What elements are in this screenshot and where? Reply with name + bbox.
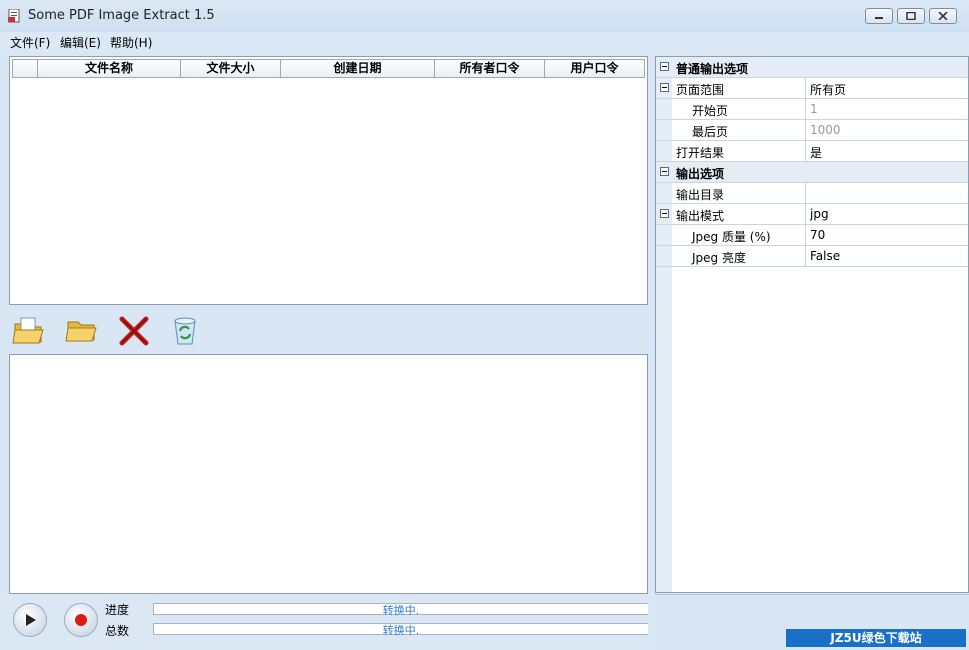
title-bar: Some PDF Image Extract 1.5 — [0, 0, 969, 32]
close-button[interactable] — [929, 8, 957, 24]
status-area: 进度 总数 转换中. 转换中. — [0, 596, 654, 650]
recycle-bin-icon — [174, 317, 196, 345]
collapse-toggle-icon[interactable] — [660, 167, 669, 176]
property-name: 打开结果 — [676, 146, 725, 160]
progress-bar: 转换中. — [153, 603, 648, 617]
property-divider — [805, 120, 806, 141]
property-row[interactable]: Jpeg 质量 (%) 70 — [656, 225, 968, 246]
column-header-file-size[interactable]: 文件大小 — [180, 59, 281, 78]
menu-bar: 文件(F) 编辑(E) 帮助(H) — [0, 32, 969, 52]
property-name: 开始页 — [692, 104, 729, 118]
collapse-toggle-icon[interactable] — [660, 83, 669, 92]
minimize-button[interactable] — [865, 8, 893, 24]
property-value[interactable]: 70 — [810, 228, 825, 242]
menu-edit[interactable]: 编辑(E) — [60, 34, 101, 51]
total-text: 转换中. — [382, 624, 420, 637]
column-header-created-date[interactable]: 创建日期 — [280, 59, 435, 78]
column-header-owner-password[interactable]: 所有者口令 — [434, 59, 545, 78]
property-value[interactable]: 1 — [810, 102, 818, 116]
property-name: 输出选项 — [676, 167, 725, 181]
property-row[interactable]: 开始页 1 — [656, 99, 968, 120]
collapse-toggle-icon[interactable] — [660, 62, 669, 71]
property-name: 最后页 — [692, 125, 729, 139]
property-divider — [805, 204, 806, 225]
recycle-bin-button[interactable] — [167, 312, 203, 348]
property-divider — [805, 141, 806, 162]
open-file-icon — [12, 317, 44, 344]
property-name: 页面范围 — [676, 83, 725, 97]
watermark-logo: JZ5U绿色下载站www.jz5u.com — [786, 629, 966, 650]
property-value[interactable]: False — [810, 249, 840, 263]
property-category[interactable]: 普通输出选项 — [656, 57, 968, 78]
property-divider — [805, 78, 806, 99]
column-header-user-password[interactable]: 用户口令 — [544, 59, 645, 78]
app-icon — [8, 9, 20, 23]
menu-help[interactable]: 帮助(H) — [110, 34, 152, 51]
property-value[interactable]: 所有页 — [810, 81, 846, 98]
column-header-select[interactable] — [12, 59, 38, 78]
toolbar — [9, 308, 648, 352]
property-row[interactable]: 输出模式 jpg — [656, 204, 968, 225]
property-value[interactable]: jpg — [810, 207, 829, 221]
property-name: Jpeg 亮度 — [692, 251, 746, 265]
property-row[interactable]: 页面范围 所有页 — [656, 78, 968, 99]
progress-label: 进度 — [105, 603, 130, 617]
delete-icon — [119, 316, 149, 346]
property-divider — [805, 225, 806, 246]
property-value[interactable]: 1000 — [810, 123, 841, 137]
property-row[interactable]: 打开结果 是 — [656, 141, 968, 162]
stop-button[interactable] — [64, 603, 98, 637]
column-header-file-name[interactable]: 文件名称 — [37, 59, 181, 78]
property-divider — [805, 99, 806, 120]
window-title: Some PDF Image Extract 1.5 — [28, 8, 215, 23]
property-row[interactable]: Jpeg 亮度 False — [656, 246, 968, 267]
property-name: 输出目录 — [676, 188, 725, 202]
property-grid: 普通输出选项 页面范围 所有页开始页 1 最后页 1000 打开结果 是输出选项输出目录输出模… — [655, 56, 969, 593]
total-bar: 转换中. — [153, 623, 648, 637]
open-folder-button[interactable] — [64, 312, 100, 348]
property-divider — [805, 246, 806, 267]
minimize-icon — [875, 17, 883, 19]
maximize-icon — [906, 12, 916, 20]
total-label: 总数 — [105, 624, 130, 638]
delete-button[interactable] — [116, 312, 152, 348]
property-row[interactable]: 输出目录 — [656, 183, 968, 204]
progress-text: 转换中. — [382, 604, 420, 617]
property-value[interactable]: 是 — [810, 144, 822, 161]
property-name: 输出模式 — [676, 209, 725, 223]
play-button[interactable] — [13, 603, 47, 637]
menu-file[interactable]: 文件(F) — [10, 34, 50, 51]
collapse-toggle-icon[interactable] — [660, 209, 669, 218]
open-file-button[interactable] — [11, 312, 47, 348]
property-name: 普通输出选项 — [676, 62, 749, 76]
play-icon — [26, 614, 36, 626]
file-list[interactable]: 文件名称 文件大小 创建日期 所有者口令 用户口令 — [9, 56, 648, 305]
property-divider — [805, 183, 806, 204]
log-area[interactable] — [9, 354, 648, 594]
stop-icon — [75, 614, 87, 626]
property-category[interactable]: 输出选项 — [656, 162, 968, 183]
property-name: Jpeg 质量 (%) — [692, 230, 771, 244]
property-row[interactable]: 最后页 1000 — [656, 120, 968, 141]
open-folder-icon — [65, 321, 97, 342]
maximize-button[interactable] — [897, 8, 925, 24]
close-icon — [938, 12, 948, 20]
